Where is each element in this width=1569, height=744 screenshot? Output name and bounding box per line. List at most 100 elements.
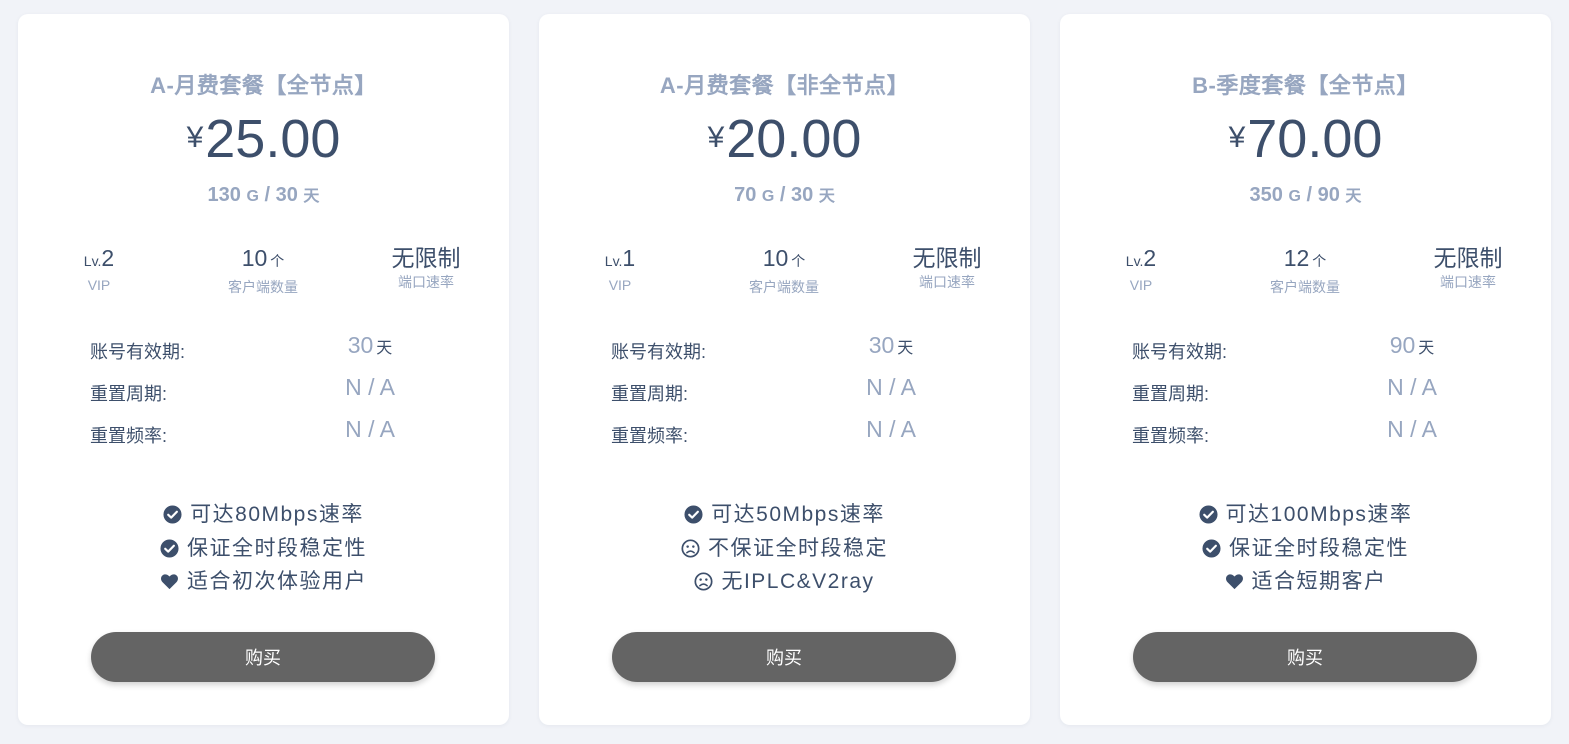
plan-stats: Lv.2 VIP 10 个 客户端数量 无限制 端口速率 — [18, 244, 509, 304]
detail-reset-period: 重置周期: N / A — [1132, 374, 1472, 404]
validity-unit: 天 — [897, 340, 914, 357]
price-amount: 20.00 — [726, 109, 862, 169]
plan-title: B-季度套餐【全节点】 — [1192, 73, 1419, 98]
feature-item: 可达50Mbps速率 — [539, 498, 1030, 532]
plan-title: A-月费套餐【全节点】 — [150, 73, 377, 98]
plan-quota: 70 G / 30 天 — [539, 182, 1030, 207]
feature-item: 保证全时段稳定性 — [1060, 532, 1551, 566]
validity-unit: 天 — [376, 340, 393, 357]
stat-level: Lv.1 VIP — [540, 244, 700, 293]
speed-value: 无限制 — [1433, 245, 1503, 271]
level-prefix: Lv. — [83, 253, 102, 269]
clients-value: 10 — [762, 245, 789, 271]
quota-amount: 350 — [1249, 184, 1283, 206]
validity-value: 30 — [868, 332, 895, 358]
level-label: VIP — [1129, 277, 1153, 293]
frown-icon — [694, 572, 713, 591]
quota-day-unit: 天 — [1345, 188, 1362, 205]
level-value: 1 — [622, 245, 636, 271]
quota-days: 90 — [1317, 184, 1340, 206]
plan-stats: Lv.2 VIP 12 个 客户端数量 无限制 端口速率 — [1060, 244, 1551, 304]
feature-item: 适合短期客户 — [1060, 565, 1551, 599]
plan-quota: 130 G / 30 天 — [18, 182, 509, 207]
plan-card: A-月费套餐【全节点】 ¥25.00 130 G / 30 天 Lv.2 VIP… — [18, 14, 509, 725]
speed-label: 端口速率 — [919, 274, 975, 290]
clients-label: 客户端数量 — [1270, 279, 1340, 295]
feature-item: 适合初次体验用户 — [18, 565, 509, 599]
buy-button[interactable]: 购买 — [91, 632, 435, 682]
quota-separator: / — [258, 184, 276, 206]
level-value: 2 — [101, 245, 115, 271]
clients-unit: 个 — [1312, 253, 1327, 269]
reset-period-value: N / A — [1387, 374, 1437, 400]
feature-item: 保证全时段稳定性 — [18, 532, 509, 566]
validity-unit: 天 — [1418, 340, 1435, 357]
quota-day-unit: 天 — [818, 188, 835, 205]
speed-value: 无限制 — [391, 245, 461, 271]
speed-value: 无限制 — [912, 245, 982, 271]
clients-label: 客户端数量 — [749, 279, 819, 295]
heart-icon — [1225, 574, 1243, 590]
plan-stats: Lv.1 VIP 10 个 客户端数量 无限制 端口速率 — [539, 244, 1030, 304]
quota-unit: G — [1288, 188, 1301, 205]
stat-speed: 无限制 端口速率 — [346, 244, 506, 292]
heart-icon — [161, 574, 178, 590]
price-amount: 70.00 — [1247, 109, 1383, 169]
level-label: VIP — [87, 277, 111, 293]
stat-clients: 10 个 客户端数量 — [704, 244, 864, 297]
feature-item: 不保证全时段稳定 — [539, 532, 1030, 566]
pricing-row: A-月费套餐【全节点】 ¥25.00 130 G / 30 天 Lv.2 VIP… — [0, 0, 1569, 744]
stat-speed: 无限制 端口速率 — [1388, 244, 1548, 292]
reset-period-label: 重置周期: — [1132, 384, 1210, 404]
reset-period-value: N / A — [866, 374, 916, 400]
quota-day-unit: 天 — [303, 188, 320, 205]
detail-reset-period: 重置周期: N / A — [611, 374, 951, 404]
feature-list: 可达50Mbps速率 不保证全时段稳定 无IPLC&V2ray — [539, 498, 1030, 599]
reset-frequency-label: 重置频率: — [90, 426, 168, 446]
clients-value: 10 — [241, 245, 268, 271]
check-circle-icon — [160, 538, 179, 558]
speed-label: 端口速率 — [1440, 274, 1496, 290]
reset-period-value: N / A — [345, 374, 395, 400]
reset-period-label: 重置周期: — [90, 384, 168, 404]
feature-item: 可达80Mbps速率 — [18, 498, 509, 532]
stat-level: Lv.2 VIP — [1061, 244, 1221, 293]
currency-symbol: ¥ — [186, 121, 204, 154]
level-prefix: Lv. — [604, 253, 623, 269]
validity-value: 30 — [347, 332, 374, 358]
detail-reset-period: 重置周期: N / A — [90, 374, 430, 404]
validity-label: 账号有效期: — [1132, 342, 1228, 362]
feature-item: 可达100Mbps速率 — [1060, 498, 1551, 532]
detail-validity: 账号有效期: 30 天 — [90, 332, 430, 362]
quota-days: 30 — [791, 184, 814, 206]
plan-price: ¥25.00 — [18, 110, 509, 181]
stat-level: Lv.2 VIP — [19, 244, 179, 293]
feature-item: 无IPLC&V2ray — [539, 565, 1030, 599]
detail-validity: 账号有效期: 30 天 — [611, 332, 951, 362]
level-value: 2 — [1143, 245, 1157, 271]
clients-unit: 个 — [791, 253, 806, 269]
quota-unit: G — [761, 188, 775, 205]
validity-label: 账号有效期: — [90, 342, 186, 362]
buy-button[interactable]: 购买 — [612, 632, 956, 682]
plan-price: ¥20.00 — [539, 110, 1030, 181]
quota-separator: / — [774, 184, 792, 206]
stat-speed: 无限制 端口速率 — [867, 244, 1027, 292]
frown-icon — [681, 538, 700, 558]
check-circle-icon — [1202, 538, 1221, 558]
reset-frequency-value: N / A — [866, 416, 916, 442]
validity-label: 账号有效期: — [611, 342, 707, 362]
detail-reset-frequency: 重置频率: N / A — [1132, 416, 1472, 446]
currency-symbol: ¥ — [1228, 121, 1246, 154]
buy-button[interactable]: 购买 — [1133, 632, 1477, 682]
detail-reset-frequency: 重置频率: N / A — [611, 416, 951, 446]
feature-list: 可达80Mbps速率 保证全时段稳定性 适合初次体验用户 — [18, 498, 509, 599]
quota-unit: G — [246, 188, 259, 205]
plan-price: ¥70.00 — [1060, 110, 1551, 181]
quota-amount: 70 — [734, 184, 757, 206]
clients-label: 客户端数量 — [228, 279, 298, 295]
validity-value: 90 — [1389, 332, 1416, 358]
plan-card: B-季度套餐【全节点】 ¥70.00 350 G / 90 天 Lv.2 VIP… — [1060, 14, 1551, 725]
reset-frequency-value: N / A — [345, 416, 395, 442]
plan-card: A-月费套餐【非全节点】 ¥20.00 70 G / 30 天 Lv.1 VIP… — [539, 14, 1030, 725]
